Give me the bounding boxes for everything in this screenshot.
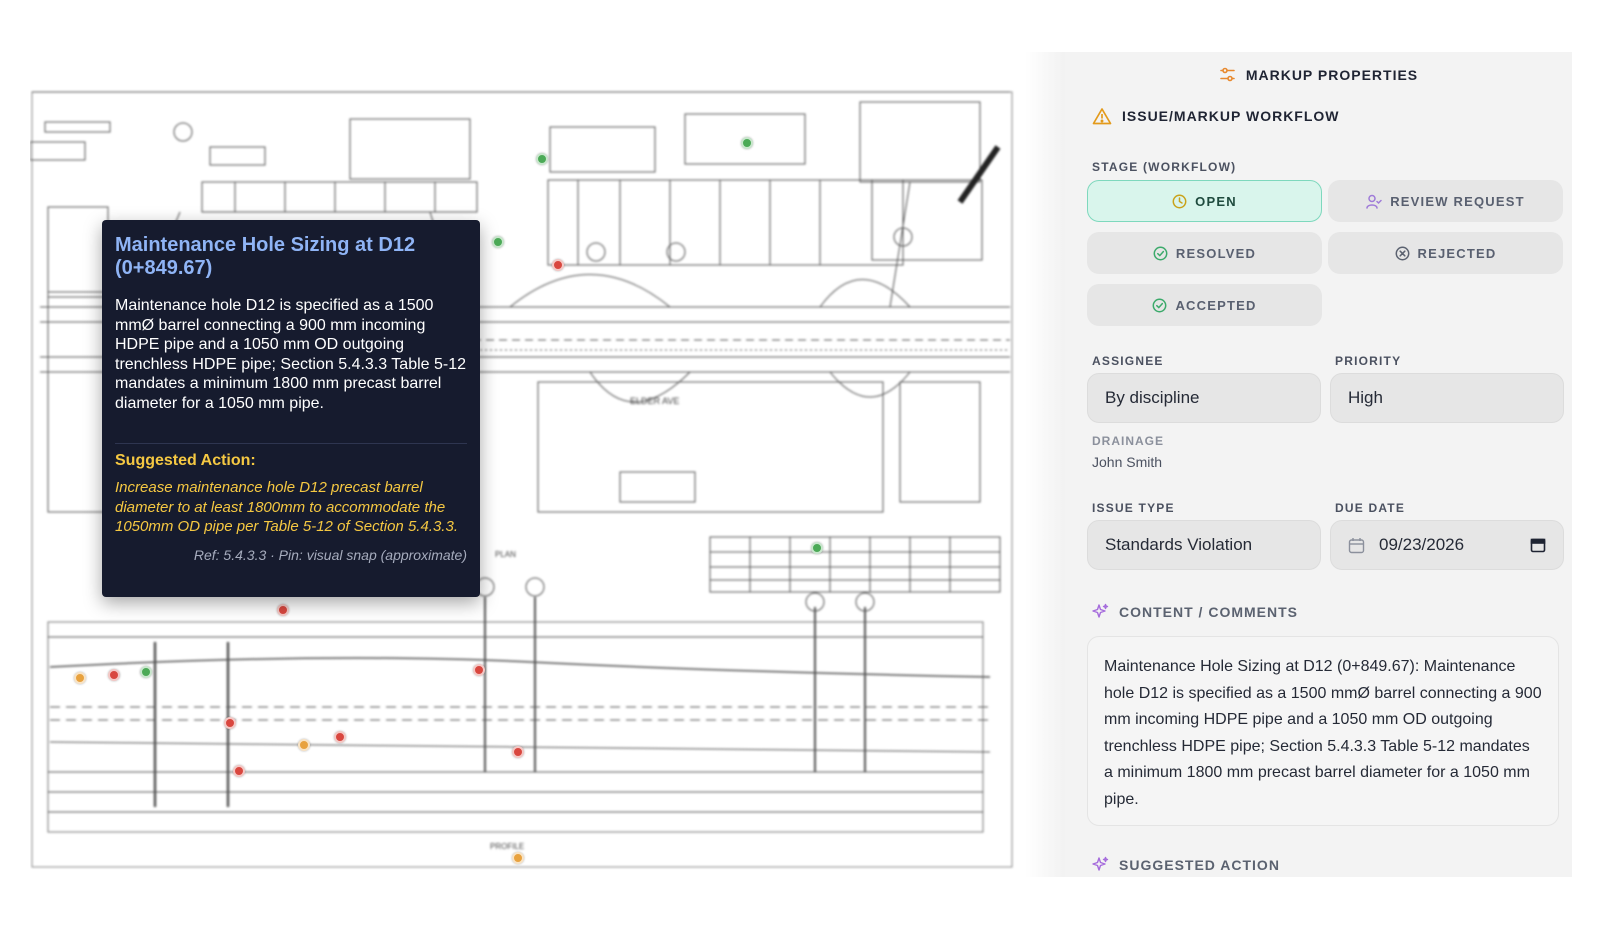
discipline-label: DRAINAGE [1092,434,1165,448]
tooltip-divider [115,443,467,444]
stage-rejected-label: REJECTED [1417,245,1497,261]
check-circle-icon [1153,246,1168,261]
markup-pin[interactable] [473,664,485,676]
stage-rejected-button[interactable]: REJECTED [1328,232,1563,274]
viewer-edge-shadow [1025,52,1065,877]
markup-pin[interactable] [140,666,152,678]
priority-label: PRIORITY [1335,354,1402,368]
sparkle-icon [1092,603,1109,620]
drawing-label-elder-ave: ELDER AVE [630,396,679,406]
assignee-label: ASSIGNEE [1092,354,1164,368]
due-date-label: DUE DATE [1335,501,1406,515]
calendar-icon [1348,537,1365,554]
workflow-section-title: ISSUE/MARKUP WORKFLOW [1092,107,1340,125]
markup-pin[interactable] [334,731,346,743]
markup-pin[interactable] [552,259,564,271]
content-title-text: CONTENT / COMMENTS [1119,603,1298,620]
markup-pin[interactable] [74,672,86,684]
panel-title: MARKUP PROPERTIES [1245,66,1419,83]
due-date-input[interactable]: 09/23/2026 [1330,520,1564,570]
tooltip-reference: Ref: 5.4.3.3 · Pin: visual snap (approxi… [193,546,467,563]
issue-type-select[interactable]: Standards Violation [1087,520,1321,570]
markup-pin[interactable] [233,765,245,777]
markup-tooltip: Maintenance Hole Sizing at D12 (0+849.67… [102,220,480,597]
content-section-title: CONTENT / COMMENTS [1092,603,1298,620]
drawing-label-plan: PLAN [495,550,516,559]
drawing-label-profile: PROFILE [490,842,524,851]
assignee-select[interactable]: By discipline [1087,373,1321,423]
markup-pin[interactable] [536,153,548,165]
markup-pin[interactable] [492,236,504,248]
tooltip-action-text: Increase maintenance hole D12 precast ba… [115,479,458,535]
markup-pin[interactable] [298,739,310,751]
stage-resolved-button[interactable]: RESOLVED [1087,232,1322,274]
markup-pin[interactable] [224,717,236,729]
suggested-action-title-text: SUGGESTED ACTION [1119,856,1280,873]
check-circle-icon [1152,298,1167,313]
priority-select[interactable]: High [1330,373,1564,423]
suggested-action-section-title: SUGGESTED ACTION [1092,856,1280,873]
discipline-person: John Smith [1092,454,1163,470]
sliders-icon [1219,66,1236,83]
comments-textarea[interactable]: Maintenance Hole Sizing at D12 (0+849.67… [1087,636,1559,826]
tooltip-title: Maintenance Hole Sizing at D12 (0+849.67… [115,234,416,279]
tooltip-action-heading: Suggested Action: [115,452,256,469]
priority-value: High [1348,388,1383,407]
warning-triangle-icon [1092,107,1112,125]
date-picker-icon[interactable] [1530,537,1546,553]
stage-accepted-label: ACCEPTED [1175,297,1257,313]
stage-open-button[interactable]: OPEN [1087,180,1322,222]
sparkle-icon [1092,856,1109,873]
stage-review-request-button[interactable]: REVIEW REQUEST [1328,180,1563,222]
due-date-value: 09/23/2026 [1379,535,1465,554]
stage-resolved-label: RESOLVED [1175,245,1257,261]
markup-pin[interactable] [811,542,823,554]
stage-review-request-label: REVIEW REQUEST [1390,193,1525,209]
markup-pin[interactable] [512,746,524,758]
stage-label: STAGE (WORKFLOW) [1092,160,1237,174]
stage-open-label: OPEN [1195,193,1237,209]
issue-type-value: Standards Violation [1105,535,1253,554]
workflow-title-text: ISSUE/MARKUP WORKFLOW [1122,108,1340,124]
stage-accepted-button[interactable]: ACCEPTED [1087,284,1322,326]
issue-type-label: ISSUE TYPE [1092,501,1175,515]
assignee-value: By discipline [1105,388,1200,407]
tooltip-body: Maintenance hole D12 is specified as a 1… [115,297,467,412]
markup-pin[interactable] [512,852,524,864]
x-circle-icon [1395,246,1410,261]
clock-icon [1172,194,1187,209]
panel-header: MARKUP PROPERTIES [1065,66,1572,83]
markup-properties-panel: MARKUP PROPERTIES ISSUE/MARKUP WORKFLOW … [1065,52,1572,877]
markup-pin[interactable] [108,669,120,681]
markup-pin[interactable] [277,604,289,616]
markup-pin[interactable] [741,137,753,149]
user-check-icon [1366,194,1382,209]
